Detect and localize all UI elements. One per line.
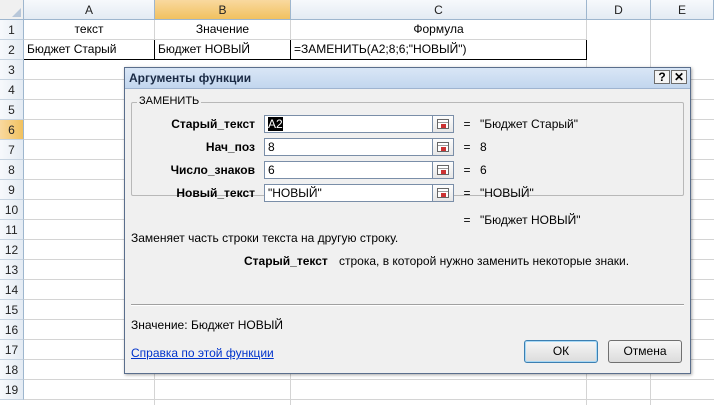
- row-header-6[interactable]: 6: [0, 120, 24, 140]
- arg-input-num-chars-value: 6: [268, 163, 275, 177]
- arg-label-start-pos: Нач_поз: [205, 140, 255, 154]
- arg-input-num-chars[interactable]: 6: [264, 161, 432, 179]
- function-name-label: ЗАМЕНИТЬ: [137, 95, 202, 107]
- column-header-e[interactable]: E: [651, 0, 714, 20]
- arg-value-num-chars: 6: [480, 163, 487, 177]
- cell-a2[interactable]: Бюджет Старый: [24, 40, 155, 60]
- row-header-4[interactable]: 4: [0, 80, 24, 100]
- dialog-titlebar[interactable]: Аргументы функции ? ✕: [125, 68, 690, 89]
- row-header-9[interactable]: 9: [0, 180, 24, 200]
- cell-b1[interactable]: Значение: [155, 20, 291, 40]
- cancel-button[interactable]: Отмена: [608, 340, 682, 363]
- arg-help-name: Старый_текст: [244, 254, 328, 268]
- collapse-dialog-icon[interactable]: [432, 115, 454, 133]
- row-header-16[interactable]: 16: [0, 320, 24, 340]
- ok-button[interactable]: ОК: [524, 340, 598, 363]
- arg-input-start-pos[interactable]: 8: [264, 138, 432, 156]
- row-header-15[interactable]: 15: [0, 300, 24, 320]
- row-header-3[interactable]: 3: [0, 60, 24, 80]
- arg-label-num-chars: Число_знаков: [170, 163, 255, 177]
- row-header-13[interactable]: 13: [0, 260, 24, 280]
- row-header-1[interactable]: 1: [0, 20, 24, 40]
- arg-input-new-text[interactable]: "НОВЫЙ": [264, 184, 432, 202]
- row-header-2[interactable]: 2: [0, 40, 24, 60]
- cell-c1[interactable]: Формула: [291, 20, 587, 40]
- dialog-title: Аргументы функции: [129, 71, 252, 85]
- row-header-11[interactable]: 11: [0, 220, 24, 240]
- collapse-dialog-icon[interactable]: [432, 161, 454, 179]
- function-description: Заменяет часть строки текста на другую с…: [131, 231, 399, 245]
- column-header-b[interactable]: B: [155, 0, 291, 20]
- arg-input-old-text-selection: A2: [268, 117, 283, 131]
- value-label: Значение:: [131, 318, 188, 332]
- row-header-14[interactable]: 14: [0, 280, 24, 300]
- row-header-7[interactable]: 7: [0, 140, 24, 160]
- arg-value-new-text: "НОВЫЙ": [480, 186, 534, 200]
- column-header-a[interactable]: A: [24, 0, 155, 20]
- value-result: Бюджет НОВЫЙ: [191, 318, 283, 332]
- arg-help-text: строка, в которой нужно заменить некотор…: [339, 254, 630, 268]
- select-all-corner[interactable]: [0, 0, 24, 20]
- arg-value-old-text: "Бюджет Старый": [480, 117, 578, 131]
- help-button[interactable]: ?: [654, 70, 670, 84]
- row-header-8[interactable]: 8: [0, 160, 24, 180]
- row-header-5[interactable]: 5: [0, 100, 24, 120]
- row-header-19[interactable]: 19: [0, 380, 24, 400]
- formula-result-preview: "Бюджет НОВЫЙ": [480, 213, 581, 227]
- arg-input-start-pos-value: 8: [268, 140, 275, 154]
- arg-input-new-text-value: "НОВЫЙ": [268, 186, 322, 200]
- row-header-12[interactable]: 12: [0, 240, 24, 260]
- arg-label-new-text: Новый_текст: [176, 186, 255, 200]
- cell-c2[interactable]: =ЗАМЕНИТЬ(A2;8;6;"НОВЫЙ"): [291, 40, 587, 60]
- result-equals: =: [463, 213, 471, 227]
- arg-equals-old-text: =: [463, 117, 471, 131]
- arg-label-old-text: Старый_текст: [171, 117, 255, 131]
- column-header-c[interactable]: C: [291, 0, 587, 20]
- arg-equals-new-text: =: [463, 186, 471, 200]
- function-help-link[interactable]: Справка по этой функции: [131, 346, 274, 360]
- collapse-dialog-icon[interactable]: [432, 184, 454, 202]
- function-arguments-dialog: Аргументы функции ? ✕ ЗАМЕНИТЬ Старый_те…: [124, 67, 691, 374]
- arg-value-start-pos: 8: [480, 140, 487, 154]
- row-header-17[interactable]: 17: [0, 340, 24, 360]
- arg-equals-num-chars: =: [463, 163, 471, 177]
- cell-b2[interactable]: Бюджет НОВЫЙ: [155, 40, 291, 60]
- cell-a1[interactable]: текст: [24, 20, 155, 40]
- arg-input-old-text[interactable]: A2: [264, 115, 432, 133]
- row-header-10[interactable]: 10: [0, 200, 24, 220]
- collapse-dialog-icon[interactable]: [432, 138, 454, 156]
- row-header-18[interactable]: 18: [0, 360, 24, 380]
- arg-equals-start-pos: =: [463, 140, 471, 154]
- close-icon[interactable]: ✕: [671, 70, 687, 84]
- divider: [131, 304, 684, 306]
- column-header-d[interactable]: D: [587, 0, 651, 20]
